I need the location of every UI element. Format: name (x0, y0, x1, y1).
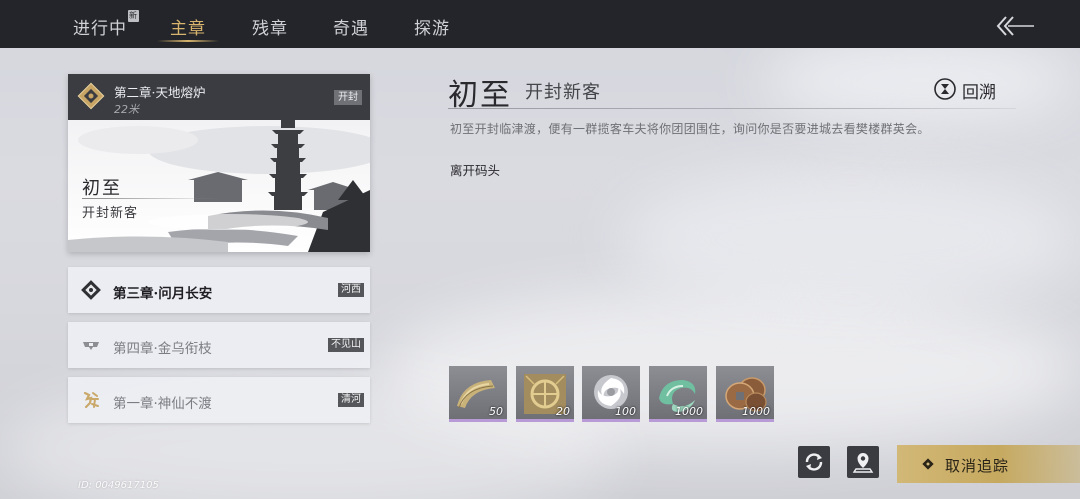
chapter-row-label: 第四章·金乌衔枝 (113, 341, 212, 357)
reward-count: 50 (489, 405, 503, 418)
active-tab-indicator (157, 40, 219, 42)
chapter-row-label: 第一章·神仙不渡 (113, 396, 212, 412)
artwork-quest-subtitle: 开封新客 (82, 206, 139, 221)
title-divider (448, 108, 1016, 109)
tab-fragment-chapter[interactable]: 残章 (252, 14, 288, 39)
tab-label: 进行中 (73, 19, 127, 39)
chapter-artwork: 初至 开封新客 (68, 120, 370, 252)
rewind-label: 回溯 (962, 83, 996, 103)
tab-label: 探游 (414, 19, 450, 39)
top-tab-bar: 进行中 新 主章 残章 奇遇 探游 (0, 0, 1080, 48)
chapter-row-3[interactable]: 第三章·问月长安 河西 (68, 267, 370, 313)
quest-objective: 离开码头 (450, 163, 501, 178)
cancel-tracking-label: 取消追踪 (945, 457, 1010, 475)
tab-explore[interactable]: 探游 (414, 14, 450, 39)
location-tag: 清河 (338, 393, 364, 407)
location-tag: 不见山 (328, 338, 364, 352)
chapter-emblem-icon (81, 280, 101, 300)
chapter-emblem-icon (77, 82, 105, 110)
chapter-title: 第二章·天地熔炉 (114, 85, 206, 100)
new-badge: 新 (128, 10, 139, 22)
reward-count: 100 (615, 405, 636, 418)
quest-subtitle: 开封新客 (525, 82, 601, 103)
reward-item[interactable]: 50 (449, 366, 507, 422)
tab-in-progress[interactable]: 进行中 新 (73, 10, 139, 39)
chapter-distance: 22米 (114, 103, 139, 116)
reward-count: 20 (556, 405, 570, 418)
location-tag: 开封 (334, 90, 362, 105)
hourglass-icon (934, 78, 956, 100)
reward-item[interactable]: 20 (516, 366, 574, 422)
artwork-quest-title: 初至 (82, 178, 122, 199)
tab-main-chapter[interactable]: 主章 (170, 14, 206, 39)
tab-label: 奇遇 (333, 19, 369, 39)
locate-button[interactable] (847, 446, 879, 478)
calligraphy-emblem-icon (83, 391, 99, 409)
chapter-row-4[interactable]: 第四章·金乌衔枝 不见山 (68, 322, 370, 368)
refresh-button[interactable] (798, 446, 830, 478)
chapter-row-label: 第三章·问月长安 (113, 286, 213, 302)
reward-item[interactable]: 1000 (649, 366, 707, 422)
diamond-icon (922, 458, 934, 470)
player-id-label: ID: 0049617105 (78, 480, 159, 491)
quest-description: 初至开封临津渡，便有一群揽客车夫将你团团围住，询问你是否要进城去看樊楼群英会。 (450, 122, 930, 136)
reward-count: 1000 (675, 405, 703, 418)
reward-item[interactable]: 1000 (716, 366, 774, 422)
chapter-row-1[interactable]: 第一章·神仙不渡 清河 (68, 377, 370, 423)
reward-item[interactable]: 100 (582, 366, 640, 422)
tab-label: 残章 (252, 19, 288, 39)
lock-emblem-icon (83, 342, 99, 350)
mist-overlay (620, 170, 1080, 310)
map-pin-icon (852, 453, 874, 473)
location-tag: 河西 (338, 283, 364, 297)
artwork-divider (82, 198, 222, 199)
cancel-tracking-button[interactable]: 取消追踪 (897, 445, 1080, 483)
tab-label: 主章 (170, 19, 206, 39)
tab-encounter[interactable]: 奇遇 (333, 14, 369, 39)
chapter-header: 第二章·天地熔炉 22米 开封 (68, 74, 370, 120)
reward-count: 1000 (742, 405, 770, 418)
back-arrow-icon[interactable] (996, 15, 1036, 37)
refresh-icon (805, 453, 823, 471)
active-chapter-card[interactable]: 第二章·天地熔炉 22米 开封 初至 开封新客 (68, 74, 370, 252)
